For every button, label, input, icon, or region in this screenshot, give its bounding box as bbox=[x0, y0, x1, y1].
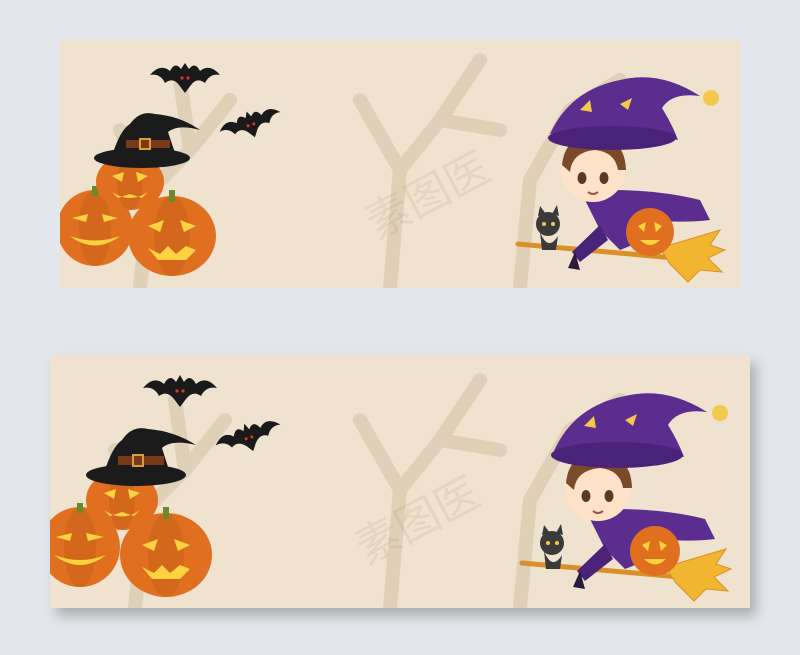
canvas: 素图医 素图医 bbox=[0, 0, 800, 655]
bat-icon bbox=[150, 63, 220, 93]
black-cat-icon bbox=[536, 205, 560, 250]
witch-girl-icon bbox=[515, 77, 727, 283]
halloween-banner-top: 素图医 bbox=[60, 40, 740, 288]
banner-illustration bbox=[50, 373, 733, 608]
black-cat-icon bbox=[540, 524, 564, 569]
banner-illustration bbox=[60, 53, 727, 288]
bat-icon bbox=[143, 375, 217, 407]
witch-girl-icon bbox=[519, 393, 733, 602]
halloween-banner-bottom: 素图医 bbox=[50, 355, 750, 608]
